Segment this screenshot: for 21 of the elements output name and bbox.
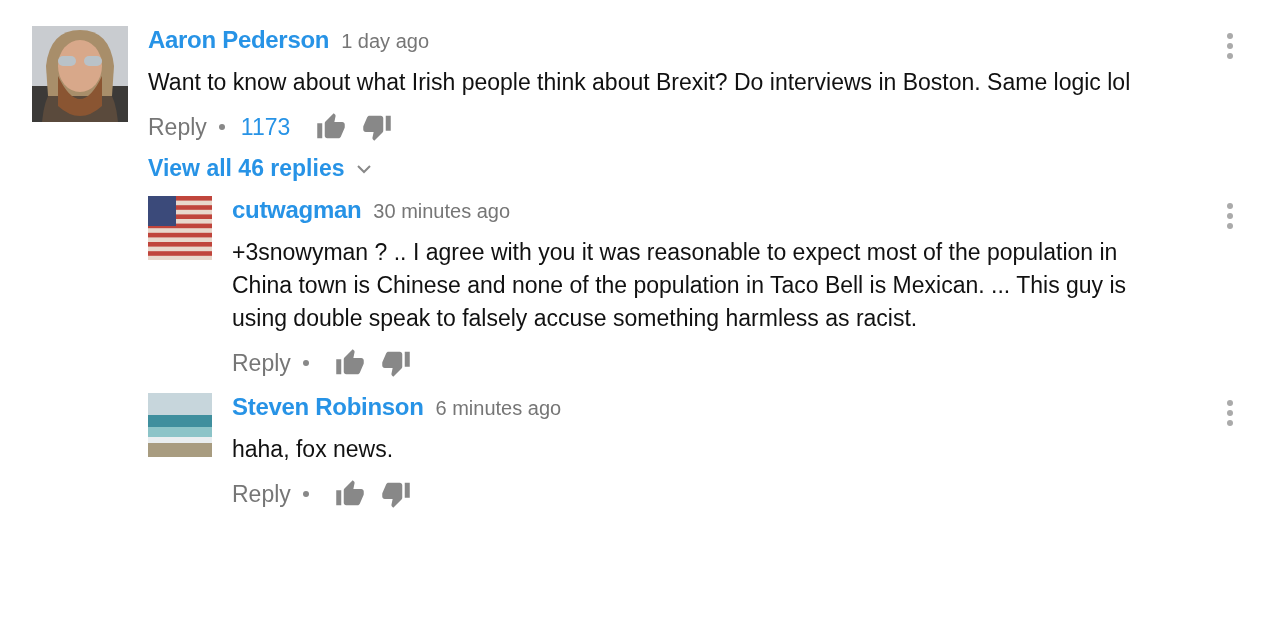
- author-name[interactable]: Steven Robinson: [232, 393, 424, 421]
- reply-button[interactable]: Reply: [232, 349, 291, 377]
- more-options-icon[interactable]: [1226, 32, 1234, 60]
- comment-text: haha, fox news.: [232, 435, 395, 464]
- reply-button[interactable]: Reply: [148, 113, 207, 141]
- timestamp: 1 day ago: [341, 30, 430, 53]
- comment-text: +3snowyman ? .. I agree with you it was reasonable to expect most of the population in China town is Chinese and none of the population in Taco Bell is Mexican. ... This guy is using double speak to falsely accuse something harmless as racist.: [232, 238, 1128, 333]
- comment-text: Want to know about what Irish people think about Brexit? Do interviews in Boston. Same logic lol: [148, 68, 1132, 97]
- reply-button[interactable]: Reply: [232, 480, 291, 508]
- more-options-icon[interactable]: [1226, 202, 1234, 230]
- more-options-icon[interactable]: [1226, 399, 1234, 427]
- separator-dot: [302, 360, 309, 366]
- view-replies-link[interactable]: View all 46 replies: [148, 155, 373, 182]
- timestamp: 6 minutes ago: [435, 397, 562, 420]
- separator-dot: [218, 124, 225, 130]
- author-name[interactable]: cutwagman: [232, 196, 362, 224]
- timestamp: 30 minutes ago: [373, 200, 511, 223]
- author-name[interactable]: Aaron Pederson: [148, 26, 330, 54]
- like-count: 1173: [240, 113, 291, 141]
- separator-dot: [302, 491, 309, 497]
- chevron-down-icon: [356, 162, 373, 175]
